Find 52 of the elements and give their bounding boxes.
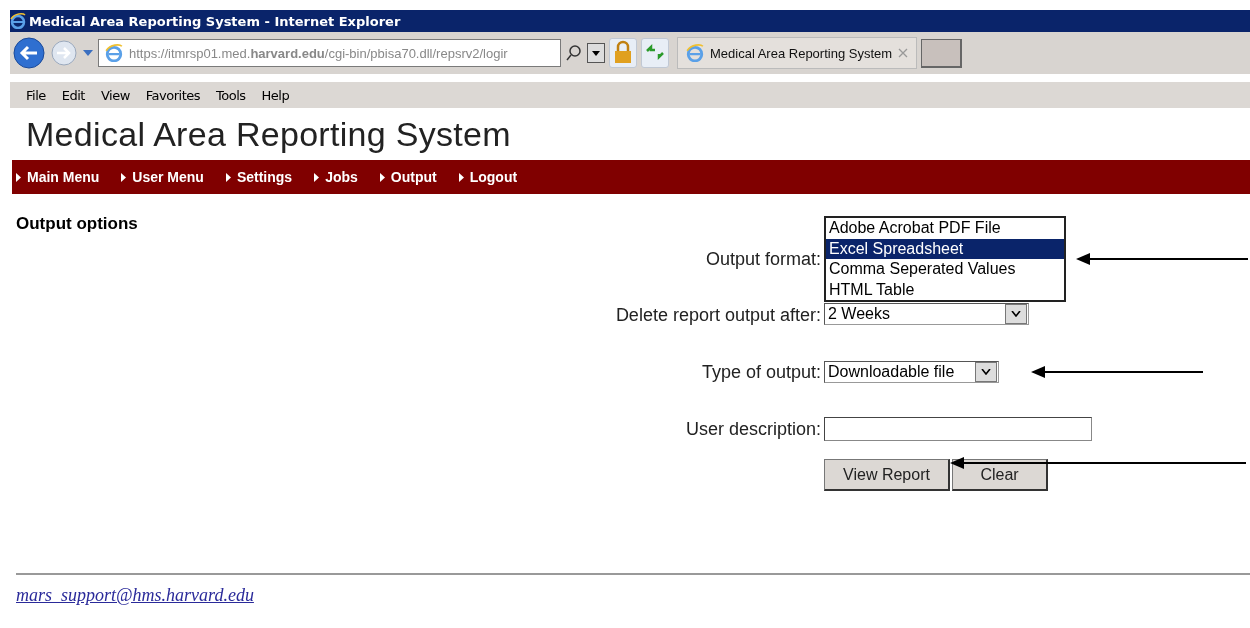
forward-icon[interactable] [50,39,78,67]
browser-logo-icon [686,44,704,62]
field-label: Output format: [704,248,822,270]
dropdown-field[interactable]: 2 Weeks [824,303,1029,325]
new-tab-button[interactable] [921,38,963,68]
triangle-icon [16,172,21,182]
form-button[interactable]: View Report [824,459,950,491]
description-input[interactable] [824,417,1092,441]
menu-item[interactable]: File [10,87,54,103]
menu-item[interactable]: Tools [208,87,254,103]
field-label: Delete report output after: [614,304,822,326]
menu-item[interactable]: View [92,87,138,103]
menu-item[interactable]: Help [253,87,298,103]
menu-item[interactable]: Favorites [137,87,209,103]
close-icon[interactable] [898,48,909,58]
page-title: Medical Area Reporting System [25,114,512,155]
list-option[interactable]: HTML Table [826,279,1064,300]
format-listbox[interactable]: Adobe Acrobat PDF File Excel Spreadsheet Comma Seperated Values HTML Table [824,216,1066,302]
back-icon[interactable] [12,36,46,70]
nav-link[interactable]: Main Menu [16,160,114,194]
field-label: Type of output: [700,361,822,383]
menu-item[interactable]: Edit [53,87,93,103]
triangle-icon [121,172,127,182]
nav-link[interactable]: Jobs [314,160,372,194]
search-icon[interactable] [565,44,583,62]
chevron-icon [1011,311,1021,317]
chevron-icon [981,369,991,375]
list-option[interactable]: Adobe Acrobat PDF File [826,218,1064,239]
window-title: Medical Area Reporting System - Internet Explorer [29,13,401,29]
browser-logo-icon [105,44,123,62]
caret-icon [592,50,600,56]
address-field[interactable]: https://itmrsp01.med.harvard.edu/cgi-bin/pbisa70.dll/repsrv2/logir [98,39,561,67]
list-option[interactable]: Excel Spreadsheet [826,238,1064,259]
triangle-icon [379,172,385,182]
triangle-icon [458,172,464,182]
nav-link[interactable]: Logout [458,160,532,194]
form-button[interactable]: Clear [952,459,1048,491]
dropdown-field[interactable]: Downloadable file [824,361,999,383]
nav-link[interactable]: Output [379,160,451,194]
nav-link[interactable]: Settings [225,160,307,194]
list-option[interactable]: Comma Seperated Values [826,259,1064,280]
triangle-icon [314,172,320,182]
dropdown-icon[interactable] [82,49,94,57]
refresh-icon[interactable] [641,38,669,68]
browser-tab[interactable]: Medical Area Reporting System [677,37,918,69]
browser-logo-icon [10,13,26,29]
field-label: User description: [684,418,822,440]
section-title: Output options [16,214,138,234]
nav-link[interactable]: User Menu [121,160,218,194]
dropdown-button[interactable] [587,43,605,63]
email-link[interactable]: mars_support@hms.harvard.edu [16,585,254,606]
triangle-icon [225,172,231,182]
